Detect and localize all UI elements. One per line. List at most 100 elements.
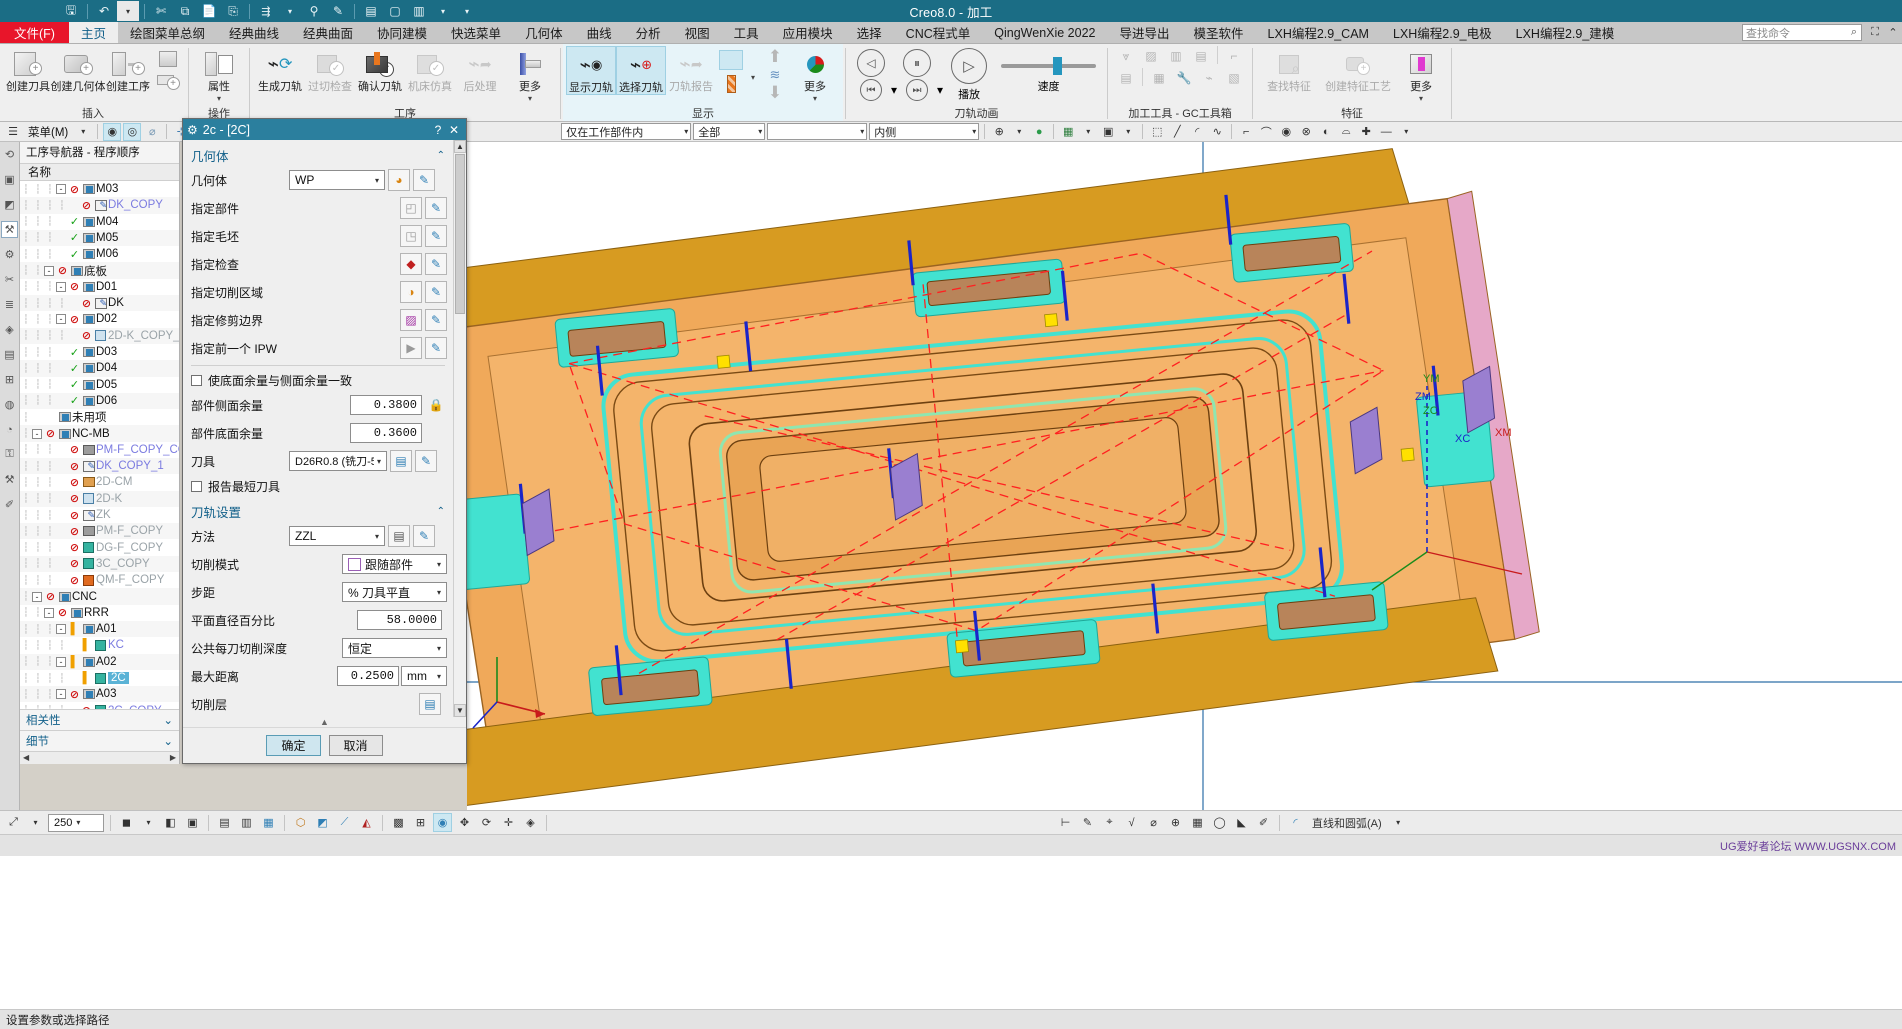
tree-row[interactable]: ┆ ┆ ┆ ✓ D06 xyxy=(20,392,179,410)
line-icon[interactable]: ╱ xyxy=(1168,123,1186,141)
tree-expand-toggle[interactable]: - xyxy=(56,314,66,325)
rail-machine-icon[interactable]: ⚙ xyxy=(1,246,18,263)
cut-pattern-chevron-down-icon[interactable]: ▾ xyxy=(434,560,444,569)
tool-new-icon[interactable]: ✎ xyxy=(415,450,437,472)
section-icon[interactable]: ◩ xyxy=(313,813,332,832)
method-edit-icon[interactable]: ✎ xyxy=(413,525,435,547)
rail-part-icon[interactable]: ▤ xyxy=(1,346,18,363)
section-details-chevron-down-icon[interactable]: ⌄ xyxy=(163,734,173,748)
ipw-edit-icon[interactable]: ✎ xyxy=(425,337,447,359)
mcs-display-icon[interactable]: ◉ xyxy=(103,122,122,141)
depth-per-cut-chevron-down-icon[interactable]: ▾ xyxy=(434,644,444,653)
rail-history-icon[interactable]: ⟲ xyxy=(1,146,18,163)
window2-icon[interactable]: ▢ xyxy=(384,1,406,21)
ribbon-tab-bar[interactable]: 文件(F) 主页 绘图菜单总纲 经典曲线 经典曲面 协同建模 快选菜单 几何体 … xyxy=(0,22,1902,44)
shortest-tool-checkbox-row[interactable]: 报告最短刀具 xyxy=(191,475,453,497)
tree-expand-toggle[interactable]: - xyxy=(56,624,66,635)
center-icon[interactable]: ◉ xyxy=(1277,123,1295,141)
gdt-icon[interactable]: ⊕ xyxy=(1166,813,1185,832)
color-sphere-icon[interactable]: ● xyxy=(1030,123,1048,141)
part-select-icon[interactable]: ◰ xyxy=(400,197,422,219)
cancel-button[interactable]: 取消 xyxy=(328,735,383,756)
arc-icon[interactable]: ◜ xyxy=(1188,123,1206,141)
rail-assembly-icon[interactable]: ◈ xyxy=(1,321,18,338)
snap-point-icon[interactable]: ⊕ xyxy=(990,123,1008,141)
endpoint-icon[interactable]: ⌐ xyxy=(1237,123,1255,141)
tree-row[interactable]: ┆ ┆ ┆ ⊘ 2D-CM xyxy=(20,474,179,490)
gc-export-icon[interactable]: ▧ xyxy=(1223,68,1245,88)
tab-drawing-menu[interactable]: 绘图菜单总纲 xyxy=(118,22,217,43)
tree-row[interactable]: ┆ ┆ ┆ ✓ D03 xyxy=(20,344,179,360)
grid-icon[interactable]: ▩ xyxy=(389,813,408,832)
method-chevron-down-icon[interactable]: ▾ xyxy=(372,532,382,541)
rail-tool-icon[interactable]: ✂ xyxy=(1,271,18,288)
rail-camera-icon[interactable]: ◩ xyxy=(1,196,18,213)
tree-row[interactable]: ┆ ┆ ┆ ⊘ ✎ DK_COPY_1 xyxy=(20,458,179,475)
tree-row[interactable]: ┆ ┆ ┆ ┆ ⊘ 2D-K_COPY_1 xyxy=(20,327,179,344)
type-filter-caret-icon[interactable]: ▾ xyxy=(857,127,864,136)
tab-qingwenxie[interactable]: QingWenXie 2022 xyxy=(982,22,1107,43)
regenerate-icon[interactable]: ⇶ xyxy=(255,1,277,21)
more-dropdown-icon[interactable]: ▾ xyxy=(432,1,454,21)
menu-button[interactable]: 菜单(M) xyxy=(24,123,72,141)
tool-chevron-down-icon[interactable]: ▾ xyxy=(374,457,384,466)
color-icon[interactable]: ◼ xyxy=(117,813,136,832)
tree-row[interactable]: ┆ ┆ ┆ ⊘ PM-F_COPY xyxy=(20,523,179,540)
menu-caret-icon[interactable]: ▾ xyxy=(74,123,92,141)
arrow-down-icon[interactable]: ⬇ xyxy=(768,83,782,103)
curve-mode-label[interactable]: 直线和圆弧(A) xyxy=(1308,813,1386,832)
trim-edit-icon[interactable]: ✎ xyxy=(425,309,447,331)
close-icon[interactable]: ✕ xyxy=(446,123,462,137)
view-style-caret-icon[interactable]: ▾ xyxy=(1119,123,1137,141)
blank-edit-icon[interactable]: ✎ xyxy=(425,225,447,247)
max-distance-input[interactable]: 0.2500 xyxy=(337,666,399,686)
customize-qat-icon[interactable]: ▾ xyxy=(456,1,478,21)
operation-tree[interactable]: ┆ ┆ ┆ - ⊘ M03 ┆ ┆ ┆ ┆ ⊘ ✎ DK_COPY ┆ ┆ ┆ ✓ M04 ┆ ┆ ┆ ✓ M05 ┆ ┆ ┆ ✓ M… xyxy=(20,180,179,709)
gc-table-icon[interactable]: ▤ xyxy=(1190,46,1212,66)
measure-icon[interactable]: ⟋ xyxy=(335,813,354,832)
tree-expand-toggle[interactable]: - xyxy=(32,591,42,602)
copy-icon[interactable]: ⧉ xyxy=(174,1,196,21)
note-icon[interactable]: ✎ xyxy=(1078,813,1097,832)
layer-icon[interactable]: ▥ xyxy=(237,813,256,832)
rail-hammer-icon[interactable]: ⚒ xyxy=(1,471,18,488)
rewind-button[interactable]: ⏮ xyxy=(860,79,882,101)
stepover-combo[interactable]: % 刀具平直 ▾ xyxy=(342,582,447,602)
tree-row[interactable]: ┆ ┆ ┆ - ⊘ D02 xyxy=(20,311,179,327)
balloon-icon[interactable]: ◯ xyxy=(1210,813,1229,832)
geometry-display-icon[interactable]: ◎ xyxy=(123,122,142,141)
minus-snap-icon[interactable]: — xyxy=(1377,123,1395,141)
tree-row[interactable]: ┆ ┆ ┆ ⊘ DG-F_COPY xyxy=(20,539,179,555)
rail-web-icon[interactable]: ◍ xyxy=(1,396,18,413)
more-snap-icon[interactable]: ▾ xyxy=(1397,123,1415,141)
operation-dialog[interactable]: ⚙ 2c - [2C] ? ✕ 几何体 ⌃ 几何体 WP ▾ ◕ ✎ 指定部件 … xyxy=(182,118,467,764)
tool-display-button[interactable] xyxy=(716,46,746,95)
rail-history2-icon[interactable]: ◔ xyxy=(1,421,18,438)
side-caret-icon[interactable]: ▾ xyxy=(969,127,976,136)
tab-view[interactable]: 视图 xyxy=(673,22,722,43)
create-operation-button[interactable]: + 创建工序 xyxy=(103,46,153,93)
section-geometry-header[interactable]: 几何体 ⌃ xyxy=(191,144,453,166)
help-icon[interactable]: ? xyxy=(430,123,446,137)
tree-row[interactable]: ┆ ┆ - ⊘ 底板 xyxy=(20,262,179,279)
diameter-pct-input[interactable]: 58.0000 xyxy=(357,610,442,630)
tree-row[interactable]: ┆ ┆ ┆ ✓ D05 xyxy=(20,377,179,393)
measure-icon[interactable]: ⚲ xyxy=(303,1,325,21)
gc-sheet-icon[interactable]: ▦ xyxy=(1148,68,1170,88)
geometry-chevron-down-icon[interactable]: ▾ xyxy=(372,176,382,185)
dialog-scroll-thumb[interactable] xyxy=(455,154,465,314)
rotate-icon[interactable]: ⟳ xyxy=(477,813,496,832)
more-display-button[interactable]: 更多 ▾ xyxy=(790,46,840,103)
symbol-icon[interactable]: ⌖ xyxy=(1100,813,1119,832)
undo-icon[interactable]: ↶ xyxy=(93,1,115,21)
undo-dropdown-icon[interactable]: ▾ xyxy=(117,1,139,21)
menu-hamburger-icon[interactable]: ☰ xyxy=(4,123,22,141)
quadrant-icon[interactable]: ◐ xyxy=(1317,123,1335,141)
curve-mode-chevron-down-icon[interactable]: ▾ xyxy=(1389,813,1408,832)
tree-row[interactable]: ┆ ┆ ┆ ⊘ PM-F_COPY_COPY xyxy=(20,442,179,458)
same-stock-checkbox[interactable] xyxy=(191,374,202,386)
restore-window-icon[interactable]: ⛶ xyxy=(1866,22,1884,43)
tree-row[interactable]: ┆ ┆ ┆ - ⊘ D01 xyxy=(20,279,179,295)
stepover-chevron-down-icon[interactable]: ▾ xyxy=(434,588,444,597)
selection-filter-caret-icon[interactable]: ▾ xyxy=(755,127,762,136)
